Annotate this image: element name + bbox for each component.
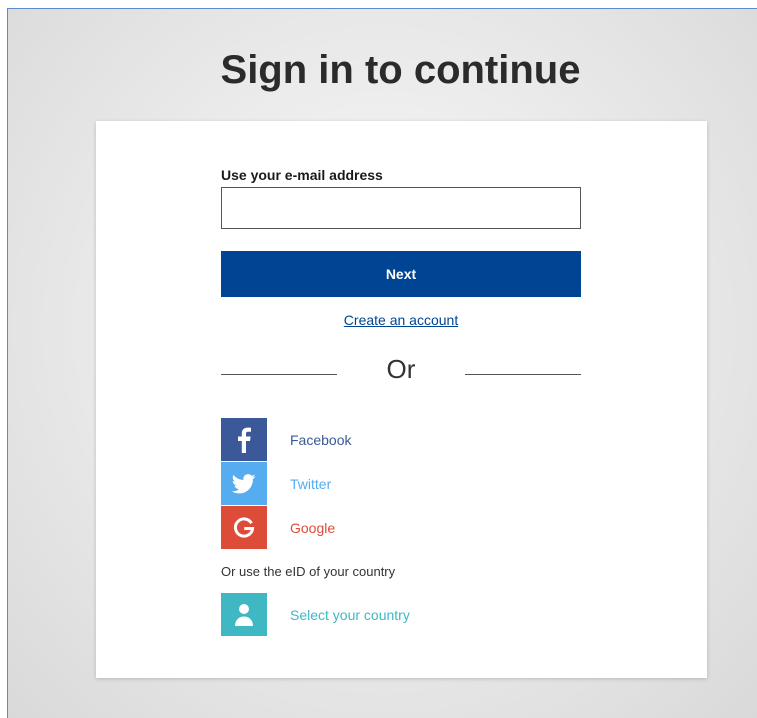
- facebook-login-button[interactable]: Facebook: [221, 418, 521, 461]
- google-login-button[interactable]: Google: [221, 506, 521, 549]
- facebook-icon: [221, 418, 267, 461]
- page-title: Sign in to continue: [220, 48, 581, 92]
- select-country-label: Select your country: [290, 606, 410, 623]
- divider-line-left: [221, 374, 337, 375]
- eid-prompt: Or use the eID of your country: [221, 564, 396, 579]
- email-label: Use your e-mail address: [221, 167, 383, 183]
- person-icon: [221, 593, 267, 636]
- or-divider-label: Or: [386, 354, 416, 384]
- google-label: Google: [290, 519, 336, 536]
- twitter-login-button[interactable]: Twitter: [221, 462, 521, 505]
- google-icon: [221, 506, 267, 549]
- select-country-button[interactable]: Select your country: [221, 593, 521, 636]
- divider-line-right: [465, 374, 581, 375]
- facebook-label: Facebook: [290, 431, 352, 448]
- create-account-link[interactable]: Create an account: [221, 312, 581, 328]
- twitter-label: Twitter: [290, 475, 332, 492]
- next-button[interactable]: Next: [221, 251, 581, 297]
- email-field[interactable]: [221, 187, 581, 229]
- twitter-icon: [221, 462, 267, 505]
